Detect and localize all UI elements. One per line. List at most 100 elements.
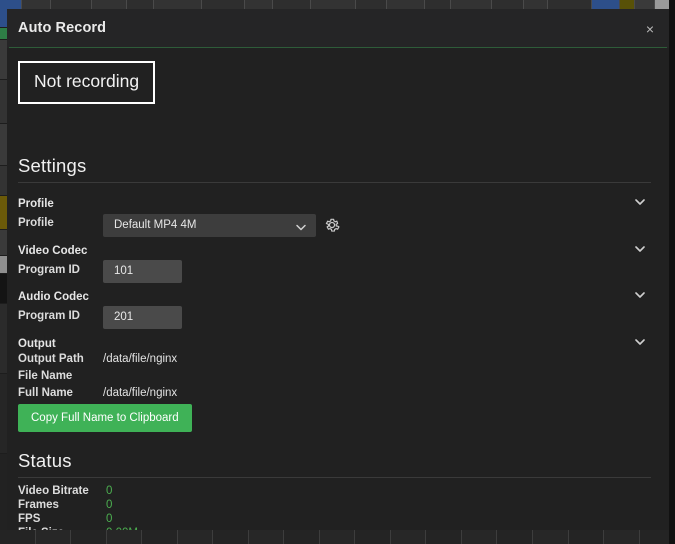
dialog-titlebar: Auto Record × [7,9,669,47]
recording-state-button[interactable]: Not recording [18,61,156,104]
background-timeline-cell [634,0,656,9]
background-timeline-cell [619,0,635,9]
group-title-video-codec: Video Codec [18,245,88,257]
background-timeline-cell [355,530,391,544]
video-program-id-input[interactable]: 101 [103,260,182,283]
background-gutter-segment [0,274,7,304]
background-top-timeline [0,0,675,9]
background-gutter-segment [0,230,7,256]
background-timeline-cell [387,0,425,9]
background-timeline-cell [50,0,92,9]
close-icon[interactable]: × [639,18,661,40]
chevron-down-icon[interactable] [633,194,647,210]
status-row: Video Bitrate 0 [18,485,651,500]
background-gutter-segment [0,40,7,80]
background-timeline-cell [22,0,51,9]
background-left-gutter [0,0,7,544]
auto-record-dialog: Auto Record × Not recording Settings Pro… [7,9,669,530]
background-timeline-cell [524,0,549,9]
background-timeline-cell [451,0,493,9]
video-program-id-row: Program ID 101 [18,260,651,286]
status-divider [18,477,651,478]
background-timeline-cell [319,530,356,544]
chevron-down-icon[interactable] [633,334,647,350]
status-row: Frames 0 [18,499,651,514]
full-name-label: Full Name [18,387,73,399]
gear-icon[interactable] [323,216,341,234]
file-name-label: File Name [18,370,73,382]
status-row: File Size 0.00M [18,527,651,530]
background-gutter-segment [0,124,7,166]
background-timeline-cell [424,0,452,9]
background-right-edge [669,0,675,544]
group-header-output[interactable]: Output [18,334,651,350]
background-timeline-cell [0,530,36,544]
audio-program-id-label: Program ID [18,310,80,322]
status-video-bitrate-label: Video Bitrate [18,485,89,497]
background-timeline-cell [177,530,214,544]
output-path-row: Output Path /data/file/nginx [18,353,651,368]
group-title-profile: Profile [18,198,54,210]
background-timeline-cell [71,530,107,544]
output-path-value: /data/file/nginx [103,353,178,365]
audio-program-id-row: Program ID 201 [18,306,651,332]
profile-select-value: Default MP4 4M [114,219,197,231]
background-timeline-cell [461,530,498,544]
group-title-audio-codec: Audio Codec [18,291,89,303]
background-timeline-cell [142,530,178,544]
background-timeline-cell [426,530,462,544]
status-frames-label: Frames [18,499,59,511]
background-timeline-cell [35,530,72,544]
background-timeline-cell [127,0,154,9]
video-program-id-label: Program ID [18,264,80,276]
background-timeline-cell [284,530,320,544]
background-timeline-cell [548,0,592,9]
status-heading: Status [18,450,72,471]
background-timeline-cell [153,0,203,9]
background-timeline-cell [390,530,427,544]
background-timeline-cell [492,0,525,9]
profile-select-row: Profile Default MP4 4M [18,214,651,240]
full-name-row: Full Name /data/file/nginx [18,387,651,402]
chevron-down-icon [295,220,307,232]
background-timeline-cell [497,530,533,544]
status-video-bitrate-value: 0 [106,485,113,497]
background-timeline-cell [310,0,356,9]
status-row: FPS 0 [18,513,651,528]
chevron-down-icon[interactable] [633,287,647,303]
background-gutter-segment [0,196,7,230]
background-timeline-cell [106,530,143,544]
background-timeline-cell [213,530,249,544]
background-timeline-cell [248,530,285,544]
background-gutter-segment [0,28,7,40]
background-timeline-cell [355,0,388,9]
group-header-profile[interactable]: Profile [18,194,651,210]
background-timeline-cell [604,530,640,544]
status-file-size-value: 0.00M [106,527,138,530]
status-fps-value: 0 [106,513,113,525]
background-timeline-cell [245,0,274,9]
background-timeline-cell [202,0,246,9]
background-gutter-segment [0,256,7,274]
chevron-down-icon[interactable] [633,241,647,257]
background-timeline-cell [91,0,128,9]
file-name-row: File Name [18,370,651,385]
background-gutter-segment [0,166,7,196]
dialog-body: Not recording Settings Profile Profile D… [7,48,669,530]
dialog-title: Auto Record [18,20,107,36]
group-header-video-codec[interactable]: Video Codec [18,241,651,257]
settings-divider [18,182,651,183]
output-path-label: Output Path [18,353,84,365]
audio-program-id-input[interactable]: 201 [103,306,182,329]
copy-full-name-button[interactable]: Copy Full Name to Clipboard [18,404,192,432]
profile-field-label: Profile [18,217,54,229]
audio-program-id-value: 201 [114,311,134,323]
background-timeline-cell [568,530,605,544]
group-header-audio-codec[interactable]: Audio Codec [18,287,651,303]
background-bottom-timeline [0,530,675,544]
background-timeline-cell [532,530,569,544]
settings-heading: Settings [18,155,87,176]
profile-select[interactable]: Default MP4 4M [103,214,316,237]
background-timeline-cell [591,0,620,9]
status-frames-value: 0 [106,499,113,511]
